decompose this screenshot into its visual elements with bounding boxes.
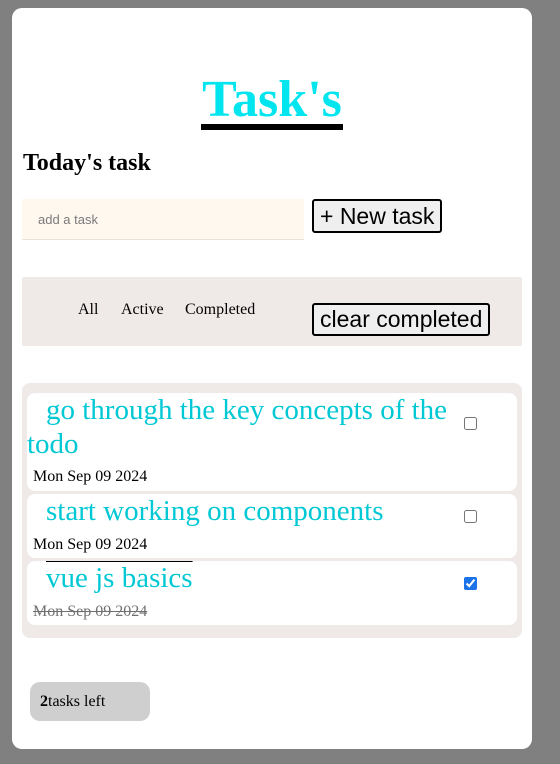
filter-all[interactable]: All: [78, 301, 98, 319]
task-date: Mon Sep 09 2024: [33, 468, 148, 485]
tasks-left-counter: 2tasks left: [30, 682, 150, 721]
new-task-button[interactable]: + New task: [312, 199, 443, 233]
filter-completed[interactable]: Completed: [185, 301, 255, 319]
task-checkbox[interactable]: [464, 417, 477, 430]
task-item: vue js basics Mon Sep 09 2024: [27, 561, 517, 625]
task-checkbox[interactable]: [464, 510, 477, 523]
clear-completed-button[interactable]: clear completed: [312, 303, 491, 336]
task-checkbox[interactable]: [464, 577, 477, 590]
task-list: go through the key concepts of the todo …: [22, 383, 522, 638]
filter-bar: All Active Completed clear completed: [22, 277, 522, 346]
task-item: go through the key concepts of the todo …: [27, 393, 517, 491]
add-task-input[interactable]: [22, 199, 304, 240]
task-date: Mon Sep 09 2024: [33, 603, 148, 620]
app-card: Task's Today's task + New task All Activ…: [12, 8, 532, 749]
app-title: Task's: [12, 70, 532, 130]
task-date: Mon Sep 09 2024: [33, 536, 148, 553]
tasks-left-count: 2: [40, 693, 48, 710]
task-item: start working on components Mon Sep 09 2…: [27, 494, 517, 558]
tasks-left-label: tasks left: [48, 693, 106, 710]
filter-active[interactable]: Active: [121, 301, 164, 319]
task-text: go through the key concepts of the todo: [27, 394, 448, 460]
section-title: Today's task: [23, 150, 151, 176]
app-title-text: Task's: [201, 71, 343, 130]
task-text: start working on components: [46, 495, 384, 527]
task-text: vue js basics: [46, 562, 193, 594]
